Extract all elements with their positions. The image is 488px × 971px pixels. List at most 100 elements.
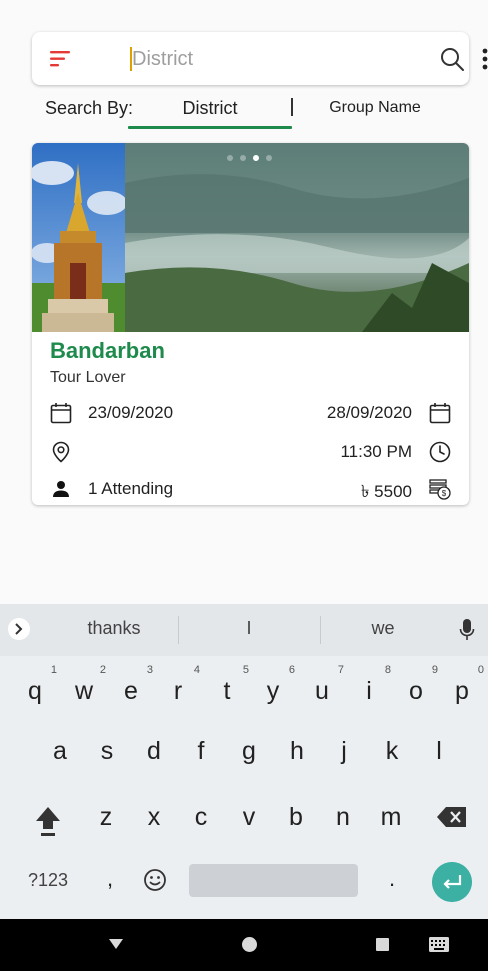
attending-count: 1 Attending — [88, 479, 174, 498]
slider-dot-active[interactable] — [253, 155, 259, 161]
suggestion-item[interactable]: I — [184, 618, 314, 639]
person-icon — [53, 481, 69, 497]
key-s[interactable]: s — [87, 725, 127, 777]
key-y[interactable]: y6 — [253, 664, 295, 717]
key-hint: 1 — [50, 664, 57, 676]
key-hint: 3 — [146, 664, 153, 676]
key-m[interactable]: m — [371, 791, 411, 843]
search-by-label: Search By: — [45, 98, 134, 118]
keyboard-switch-icon[interactable] — [428, 936, 450, 953]
event-title: Bandarban — [50, 338, 165, 363]
key-o[interactable]: o9 — [396, 664, 438, 717]
key-u[interactable]: u7 — [302, 664, 344, 717]
more-vertical-icon[interactable] — [476, 44, 488, 74]
key-label: p — [455, 677, 469, 705]
key-hint: 2 — [99, 664, 106, 676]
key-l[interactable]: l — [419, 725, 459, 777]
event-card[interactable]: Bandarban Tour Lover 23/09/2020 28/09/20… — [32, 143, 469, 505]
suggestion-item[interactable]: thanks — [49, 618, 179, 639]
valley-image — [125, 143, 469, 332]
key-label: r — [173, 677, 183, 705]
app-screen: Search By: District Group Name — [0, 0, 488, 604]
key-z[interactable]: z — [86, 791, 126, 843]
event-time: 11:30 PM — [340, 442, 412, 461]
money-icon: $ — [429, 479, 451, 500]
image-slider[interactable] — [32, 143, 469, 332]
key-a[interactable]: a — [40, 725, 80, 777]
key-j[interactable]: j — [324, 725, 364, 777]
filter-lines-icon[interactable] — [48, 50, 74, 68]
key-g[interactable]: g — [229, 725, 269, 777]
key-label: e — [124, 677, 138, 705]
key-hint: 6 — [288, 664, 295, 676]
key-e[interactable]: e3 — [111, 664, 153, 717]
search-icon[interactable] — [438, 45, 466, 73]
slider-dot[interactable] — [240, 155, 246, 161]
suggestion-divider — [178, 616, 179, 644]
key-hint: 9 — [431, 664, 438, 676]
key-k[interactable]: k — [372, 725, 412, 777]
slider-dot[interactable] — [266, 155, 272, 161]
key-r[interactable]: r4 — [158, 664, 200, 717]
date-row: 23/09/2020 28/09/2020 — [50, 400, 452, 426]
slider-dots — [227, 155, 272, 163]
backspace-icon[interactable] — [436, 804, 468, 830]
key-hint: 5 — [242, 664, 249, 676]
symbols-key[interactable]: ?123 — [22, 870, 74, 894]
key-d[interactable]: d — [134, 725, 174, 777]
key-hint: 7 — [337, 664, 344, 676]
tab-district[interactable]: District — [128, 94, 292, 128]
comma-key[interactable]: , — [100, 866, 120, 896]
search-bar — [32, 32, 488, 85]
shift-icon[interactable] — [28, 799, 68, 843]
key-label: i — [366, 677, 372, 705]
key-b[interactable]: b — [276, 791, 316, 843]
key-w[interactable]: w2 — [64, 664, 106, 717]
key-p[interactable]: p0 — [442, 664, 484, 717]
key-label: w — [74, 677, 94, 705]
clock-icon — [429, 441, 451, 463]
key-hint: 8 — [384, 664, 391, 676]
emoji-icon[interactable] — [143, 868, 167, 892]
key-q[interactable]: q1 — [15, 664, 57, 717]
start-date: 23/09/2020 — [88, 403, 174, 422]
suggestion-bar: thanks I we — [0, 604, 488, 656]
search-input[interactable] — [132, 44, 422, 74]
location-pin-icon[interactable] — [50, 441, 72, 463]
key-hint: 0 — [477, 664, 484, 676]
pagoda-image — [32, 143, 127, 332]
key-label: u — [315, 677, 329, 705]
mic-icon[interactable] — [459, 618, 475, 642]
key-hint: 4 — [193, 664, 200, 676]
recents-icon[interactable] — [376, 938, 389, 951]
key-x[interactable]: x — [134, 791, 174, 843]
event-organizer: Tour Lover — [50, 369, 126, 386]
tab-active-indicator — [128, 126, 292, 129]
key-label: t — [223, 677, 231, 705]
soft-keyboard: thanks I we q1 w2 e3 r4 t5 y6 u7 i8 o9 p… — [0, 604, 488, 919]
home-icon[interactable] — [242, 937, 257, 952]
key-v[interactable]: v — [229, 791, 269, 843]
calendar-icon — [50, 403, 72, 424]
space-key[interactable] — [189, 864, 358, 897]
key-i[interactable]: i8 — [349, 664, 391, 717]
key-f[interactable]: f — [181, 725, 221, 777]
tab-divider — [291, 98, 293, 116]
key-h[interactable]: h — [277, 725, 317, 777]
key-t[interactable]: t5 — [207, 664, 249, 717]
location-time-row: 11:30 PM — [50, 439, 452, 465]
key-n[interactable]: n — [323, 791, 363, 843]
period-key[interactable]: . — [382, 866, 402, 896]
chevron-right-icon[interactable] — [8, 618, 30, 640]
event-price: ৳ 5500 — [360, 482, 412, 501]
svg-text:$: $ — [442, 489, 447, 498]
end-date: 28/09/2020 — [326, 403, 412, 422]
calendar-icon — [429, 403, 451, 424]
enter-icon[interactable] — [432, 862, 472, 902]
suggestion-item[interactable]: we — [318, 618, 448, 639]
back-triangle-icon[interactable] — [108, 938, 124, 950]
slider-dot[interactable] — [227, 155, 233, 161]
tab-group-name[interactable]: Group Name — [305, 94, 445, 124]
key-c[interactable]: c — [181, 791, 221, 843]
system-nav-bar — [0, 919, 488, 971]
